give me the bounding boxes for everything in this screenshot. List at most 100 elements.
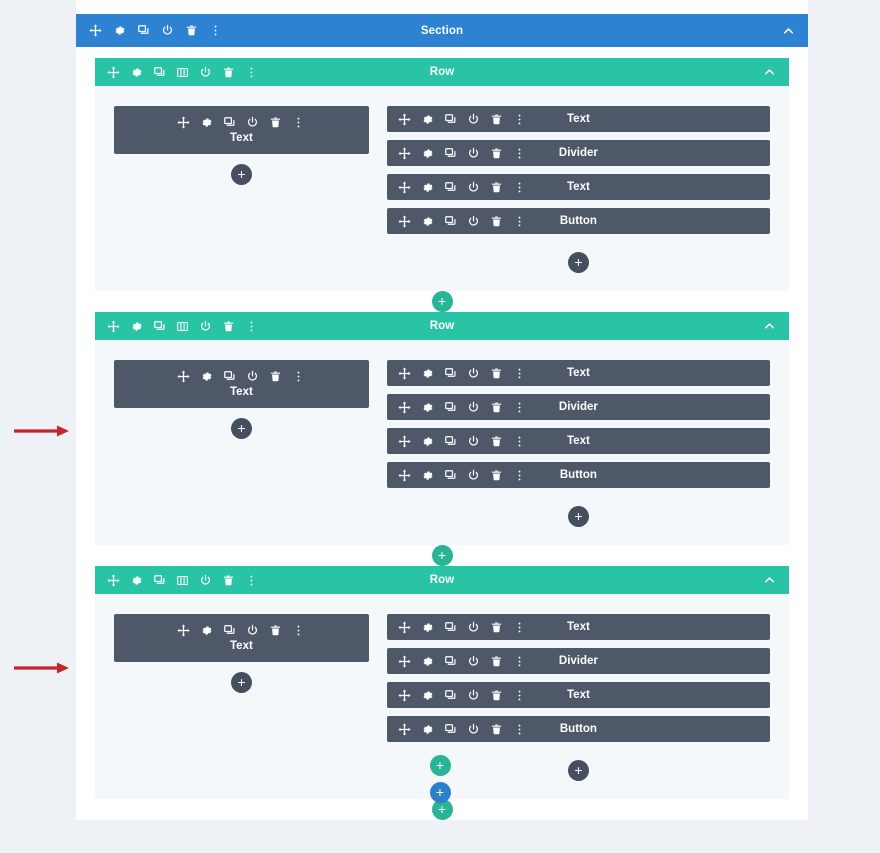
- trash-icon[interactable]: [490, 435, 503, 448]
- move-icon[interactable]: [107, 573, 120, 587]
- module-button[interactable]: Button: [386, 462, 770, 488]
- power-icon[interactable]: [246, 370, 259, 383]
- duplicate-icon[interactable]: [153, 320, 166, 333]
- add-row-button[interactable]: +: [431, 291, 453, 312]
- chevron-up-icon[interactable]: [782, 24, 795, 37]
- columns-icon[interactable]: [176, 320, 189, 333]
- trash-icon[interactable]: [490, 469, 503, 482]
- gear-icon[interactable]: [421, 469, 434, 482]
- move-icon[interactable]: [398, 146, 411, 160]
- trash-icon[interactable]: [490, 367, 503, 380]
- vertical-dots-icon[interactable]: [513, 181, 526, 194]
- trash-icon[interactable]: [490, 181, 503, 194]
- columns-icon[interactable]: [176, 574, 189, 587]
- module-divider[interactable]: Divider: [386, 140, 770, 166]
- duplicate-icon[interactable]: [444, 113, 457, 126]
- power-icon[interactable]: [199, 574, 212, 587]
- move-icon[interactable]: [177, 116, 190, 129]
- add-section-button[interactable]: +: [429, 782, 451, 803]
- gear-icon[interactable]: [200, 624, 213, 637]
- add-module-button[interactable]: +: [230, 164, 252, 185]
- power-icon[interactable]: [467, 621, 480, 634]
- trash-icon[interactable]: [185, 24, 198, 37]
- row-header-bar[interactable]: Row: [95, 566, 789, 594]
- power-icon[interactable]: [161, 24, 174, 37]
- trash-icon[interactable]: [269, 624, 282, 637]
- duplicate-icon[interactable]: [223, 624, 236, 637]
- move-icon[interactable]: [398, 620, 411, 634]
- chevron-up-icon[interactable]: [763, 66, 776, 79]
- duplicate-icon[interactable]: [223, 370, 236, 383]
- trash-icon[interactable]: [490, 147, 503, 160]
- duplicate-icon[interactable]: [444, 689, 457, 702]
- trash-icon[interactable]: [269, 370, 282, 383]
- add-module-button[interactable]: +: [230, 672, 252, 693]
- power-icon[interactable]: [467, 113, 480, 126]
- duplicate-icon[interactable]: [444, 367, 457, 380]
- add-module-button[interactable]: +: [567, 506, 589, 527]
- duplicate-icon[interactable]: [137, 24, 150, 37]
- module-text[interactable]: Text: [386, 174, 770, 200]
- gear-icon[interactable]: [421, 113, 434, 126]
- trash-icon[interactable]: [490, 113, 503, 126]
- move-icon[interactable]: [398, 468, 411, 482]
- move-icon[interactable]: [89, 24, 102, 37]
- gear-icon[interactable]: [130, 320, 143, 333]
- power-icon[interactable]: [246, 116, 259, 129]
- vertical-dots-icon[interactable]: [245, 320, 258, 333]
- trash-icon[interactable]: [490, 689, 503, 702]
- module-divider[interactable]: Divider: [386, 648, 770, 674]
- trash-icon[interactable]: [222, 320, 235, 333]
- duplicate-icon[interactable]: [444, 215, 457, 228]
- row-collapse-button[interactable]: [763, 66, 776, 79]
- trash-icon[interactable]: [490, 401, 503, 414]
- move-icon[interactable]: [398, 654, 411, 668]
- power-icon[interactable]: [199, 66, 212, 79]
- power-icon[interactable]: [467, 435, 480, 448]
- gear-icon[interactable]: [130, 574, 143, 587]
- gear-icon[interactable]: [113, 24, 126, 37]
- vertical-dots-icon[interactable]: [513, 655, 526, 668]
- move-icon[interactable]: [398, 434, 411, 448]
- vertical-dots-icon[interactable]: [513, 367, 526, 380]
- add-row-button-global[interactable]: +: [429, 755, 451, 776]
- power-icon[interactable]: [467, 401, 480, 414]
- row-collapse-button[interactable]: [763, 574, 776, 587]
- module-text[interactable]: Text: [386, 106, 770, 132]
- duplicate-icon[interactable]: [444, 401, 457, 414]
- trash-icon[interactable]: [269, 116, 282, 129]
- move-icon[interactable]: [398, 366, 411, 380]
- gear-icon[interactable]: [421, 181, 434, 194]
- vertical-dots-icon[interactable]: [209, 24, 222, 37]
- power-icon[interactable]: [467, 655, 480, 668]
- gear-icon[interactable]: [421, 621, 434, 634]
- vertical-dots-icon[interactable]: [513, 469, 526, 482]
- vertical-dots-icon[interactable]: [513, 147, 526, 160]
- move-icon[interactable]: [107, 65, 120, 79]
- duplicate-icon[interactable]: [444, 181, 457, 194]
- trash-icon[interactable]: [490, 655, 503, 668]
- gear-icon[interactable]: [421, 401, 434, 414]
- power-icon[interactable]: [199, 320, 212, 333]
- move-icon[interactable]: [107, 319, 120, 333]
- duplicate-icon[interactable]: [444, 723, 457, 736]
- vertical-dots-icon[interactable]: [292, 116, 305, 129]
- row-header-bar[interactable]: Row: [95, 58, 789, 86]
- power-icon[interactable]: [246, 624, 259, 637]
- duplicate-icon[interactable]: [444, 147, 457, 160]
- vertical-dots-icon[interactable]: [513, 113, 526, 126]
- module-text[interactable]: Text: [114, 106, 369, 154]
- gear-icon[interactable]: [200, 116, 213, 129]
- move-icon[interactable]: [177, 370, 190, 383]
- trash-icon[interactable]: [222, 66, 235, 79]
- gear-icon[interactable]: [421, 367, 434, 380]
- move-icon[interactable]: [177, 624, 190, 637]
- add-row-button[interactable]: +: [431, 545, 453, 566]
- vertical-dots-icon[interactable]: [513, 723, 526, 736]
- power-icon[interactable]: [467, 469, 480, 482]
- module-text[interactable]: Text: [386, 614, 770, 640]
- vertical-dots-icon[interactable]: [513, 621, 526, 634]
- move-icon[interactable]: [398, 400, 411, 414]
- duplicate-icon[interactable]: [444, 621, 457, 634]
- power-icon[interactable]: [467, 181, 480, 194]
